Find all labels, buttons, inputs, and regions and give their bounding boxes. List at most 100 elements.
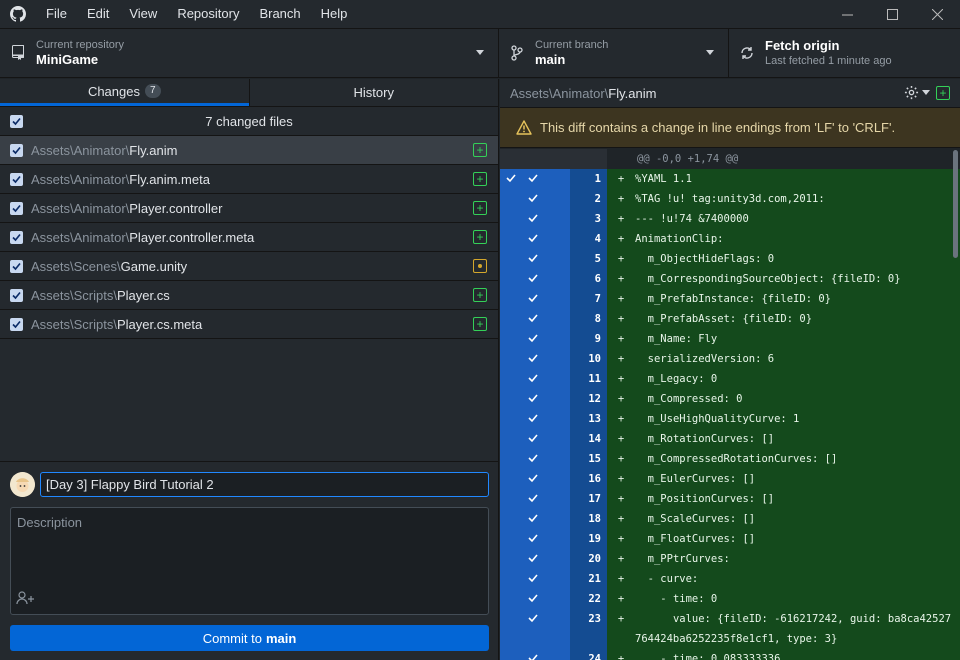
diff-line[interactable]: 13 + m_UseHighQualityCurve: 1 [500,409,960,429]
line-selection[interactable] [500,169,570,189]
diff-line[interactable]: 11 + m_Legacy: 0 [500,369,960,389]
menu-edit[interactable]: Edit [77,0,119,28]
description-placeholder: Description [17,515,83,530]
diff-line[interactable]: 16 + m_EulerCurves: [] [500,469,960,489]
menu-branch[interactable]: Branch [249,0,310,28]
file-dir: Assets\Animator\ [31,171,130,187]
line-selection[interactable] [500,549,570,569]
file-added-icon: + [936,85,950,100]
diff-line[interactable]: 18 + m_ScaleCurves: [] [500,509,960,529]
file-row[interactable]: Assets\Animator\Fly.anim + [0,136,498,165]
line-selection[interactable] [500,209,570,229]
diff-line[interactable]: 4 + AnimationClip: [500,229,960,249]
diff-line[interactable]: 10 + serializedVersion: 6 [500,349,960,369]
file-checkbox[interactable] [10,201,23,215]
diff-line[interactable]: 21 + - curve: [500,569,960,589]
file-checkbox[interactable] [10,259,23,273]
diff-line[interactable]: 22 + - time: 0 [500,589,960,609]
file-checkbox[interactable] [10,143,23,157]
file-checkbox[interactable] [10,172,23,186]
line-text: m_CorrespondingSourceObject: {fileID: 0} [635,273,901,285]
menu-help[interactable]: Help [311,0,358,28]
line-selection[interactable] [500,409,570,429]
diff-line[interactable]: 9 + m_Name: Fly [500,329,960,349]
added-marker: + [617,613,625,625]
diff-scrollbar[interactable] [953,150,958,258]
commit-description-field[interactable]: Description [10,507,489,615]
line-text: - time: 0.083333336 [635,653,781,660]
line-selection[interactable] [500,389,570,409]
maximize-button[interactable] [870,0,915,28]
line-check-icon [522,373,544,383]
file-row[interactable]: Assets\Animator\Player.controller + [0,194,498,223]
diff-line[interactable]: 7 + m_PrefabInstance: {fileID: 0} [500,289,960,309]
diff-settings-button[interactable] [904,85,930,100]
tab-history[interactable]: History [248,79,499,106]
line-code: + m_PrefabAsset: {fileID: 0} [607,309,960,329]
file-row[interactable]: Assets\Scripts\Player.cs.meta + [0,310,498,339]
diff-line[interactable]: 15 + m_CompressedRotationCurves: [] [500,449,960,469]
diff-line[interactable]: 14 + m_RotationCurves: [] [500,429,960,449]
line-check-icon [522,333,544,343]
diff-line[interactable]: 19 + m_FloatCurves: [] [500,529,960,549]
line-number: 10 [570,349,607,369]
diff-line[interactable]: 2 + %TAG !u! tag:unity3d.com,2011: [500,189,960,209]
line-text: - curve: [635,573,699,585]
minimize-button[interactable] [825,0,870,28]
file-checkbox[interactable] [10,317,23,331]
line-selection[interactable] [500,489,570,509]
line-selection[interactable] [500,569,570,589]
line-selection[interactable] [500,289,570,309]
select-all-checkbox[interactable] [10,114,23,128]
tab-bar: Changes 7 History [0,79,498,107]
fetch-origin-button[interactable]: Fetch origin Last fetched 1 minute ago [729,29,960,77]
close-button[interactable] [915,0,960,28]
file-checkbox[interactable] [10,288,23,302]
commit-summary-input[interactable]: [Day 3] Flappy Bird Tutorial 2 [40,472,489,497]
diff-line[interactable]: 20 + m_PPtrCurves: [500,549,960,569]
current-branch-button[interactable]: Current branch main [499,29,729,77]
file-checkbox[interactable] [10,230,23,244]
file-row[interactable]: Assets\Animator\Player.controller.meta + [0,223,498,252]
menu-file[interactable]: File [36,0,77,28]
commit-button[interactable]: Commit to main [10,625,489,651]
diff-line[interactable]: 5 + m_ObjectHideFlags: 0 [500,249,960,269]
added-marker: + [617,313,625,325]
menu-view[interactable]: View [119,0,167,28]
line-selection[interactable] [500,609,570,649]
diff-line[interactable]: 3 + --- !u!74 &7400000 [500,209,960,229]
diff-line[interactable]: 23 + value: {fileID: -616217242, guid: ba… [500,609,960,649]
file-row[interactable]: Assets\Scenes\Game.unity [0,252,498,281]
line-selection[interactable] [500,269,570,289]
line-selection[interactable] [500,529,570,549]
line-selection[interactable] [500,449,570,469]
line-selection[interactable] [500,509,570,529]
line-selection[interactable] [500,229,570,249]
menu-repository[interactable]: Repository [167,0,249,28]
line-selection[interactable] [500,369,570,389]
add-coauthor-icon[interactable] [16,591,36,608]
added-marker: + [617,413,625,425]
added-marker: + [617,293,625,305]
line-selection[interactable] [500,649,570,660]
diff-line[interactable]: 12 + m_Compressed: 0 [500,389,960,409]
tab-changes[interactable]: Changes 7 [0,79,249,106]
diff-line[interactable]: 1 + %YAML 1.1 [500,169,960,189]
line-selection[interactable] [500,429,570,449]
file-row[interactable]: Assets\Scripts\Player.cs + [0,281,498,310]
line-number: 7 [570,289,607,309]
current-repository-button[interactable]: Current repository MiniGame [0,29,499,77]
diff-line[interactable]: 24 + - time: 0.083333336 [500,649,960,660]
commit-button-branch: main [265,630,297,646]
file-row[interactable]: Assets\Animator\Fly.anim.meta + [0,165,498,194]
diff-line[interactable]: 6 + m_CorrespondingSourceObject: {fileID:… [500,269,960,289]
line-selection[interactable] [500,469,570,489]
line-selection[interactable] [500,249,570,269]
line-selection[interactable] [500,329,570,349]
diff-line[interactable]: 17 + m_PositionCurves: [] [500,489,960,509]
line-selection[interactable] [500,589,570,609]
line-selection[interactable] [500,189,570,209]
diff-line[interactable]: 8 + m_PrefabAsset: {fileID: 0} [500,309,960,329]
line-selection[interactable] [500,349,570,369]
line-selection[interactable] [500,309,570,329]
